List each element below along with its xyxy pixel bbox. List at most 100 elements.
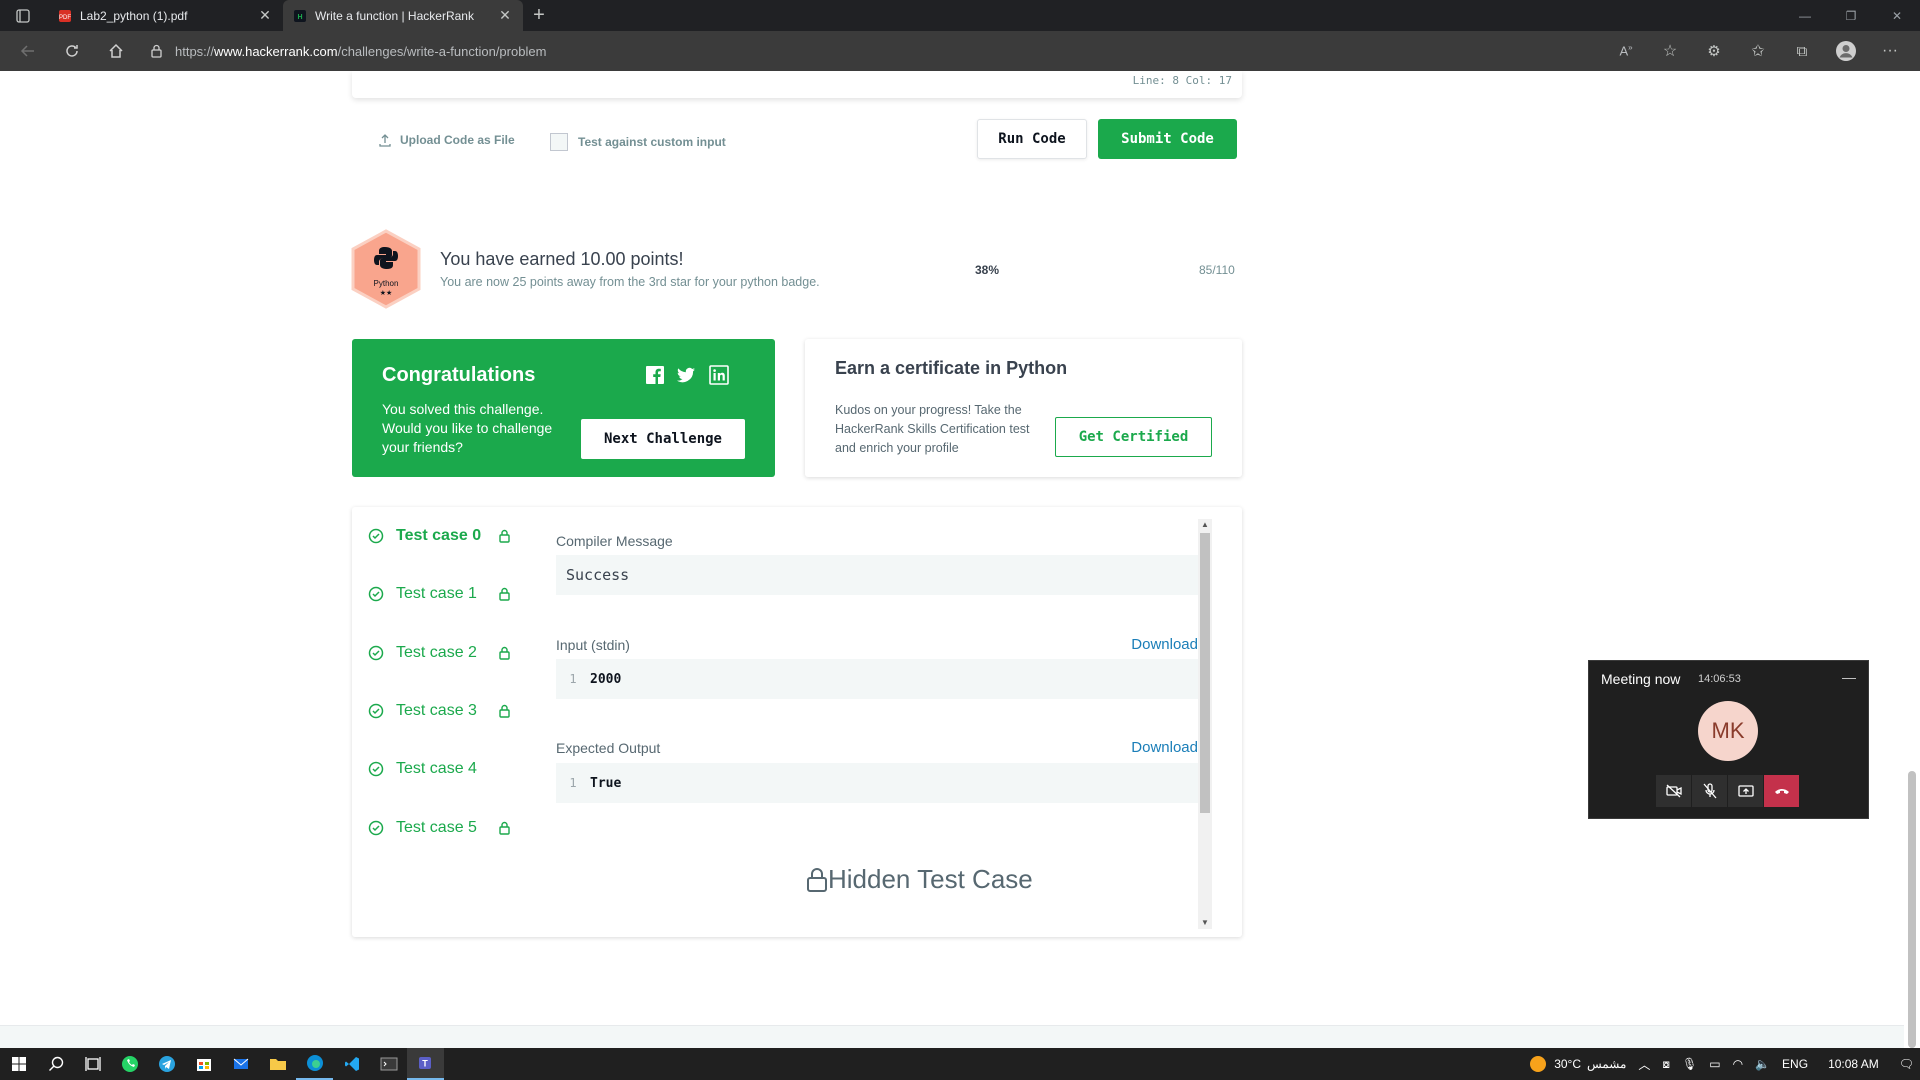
taskbar-teams[interactable]: T [407,1048,444,1080]
store-icon [196,1059,211,1071]
search-button[interactable] [37,1048,74,1080]
scroll-up-icon[interactable]: ▲ [1198,519,1212,531]
start-button[interactable] [0,1048,37,1080]
compiler-message-value: Success [566,566,630,584]
get-certified-button[interactable]: Get Certified [1055,417,1212,457]
svg-text:H: H [297,14,302,21]
badge-progress-percent: 38% [975,263,1000,277]
weather-widget[interactable]: 30°C مشمس [1524,1056,1632,1072]
lock-icon [499,821,510,835]
mute-button[interactable] [1692,775,1728,807]
speaker-icon: 🔈 [1755,1057,1771,1071]
extensions-button[interactable]: ⚙ [1692,31,1736,71]
minimize-meeting-button[interactable]: — [1842,669,1856,685]
show-hidden-icons-button[interactable]: ︿ [1632,1056,1656,1073]
meeting-title: Meeting now [1601,671,1681,687]
line-col-indicator: Line: 8 Col: 17 [1132,74,1232,87]
check-circle-icon [368,703,384,719]
add-favorite-button[interactable]: ☆ [1648,31,1692,71]
taskbar-telegram[interactable] [148,1048,185,1080]
mic-off-icon [1703,783,1716,799]
test-case-scrollbar[interactable]: ▲ ▼ [1198,519,1212,929]
submit-code-button[interactable]: Submit Code [1098,119,1237,159]
taskbar-mail[interactable] [222,1048,259,1080]
svg-text:T: T [422,1059,428,1069]
notifications-button[interactable]: 🗨 [1893,1057,1920,1071]
page-scroll-thumb[interactable] [1908,771,1916,1048]
camera-off-icon [1665,784,1682,798]
custom-input-checkbox[interactable] [550,133,568,151]
camera-off-button[interactable] [1656,775,1692,807]
test-case-item[interactable]: Test case 0 [368,521,511,551]
collections-button[interactable]: ⧉ [1780,31,1824,71]
restore-button[interactable]: ❐ [1828,0,1874,31]
taskbar-edge[interactable] [296,1048,333,1080]
page-content: Line: 8 Col: 17 Upload Code as File Test… [0,71,1904,1048]
back-button[interactable] [6,31,50,71]
sun-icon [1530,1056,1547,1072]
input-download-link[interactable]: Download [1131,636,1198,653]
taskbar-store[interactable] [185,1048,222,1080]
scroll-down-icon[interactable]: ▼ [1198,917,1212,929]
favorites-button[interactable]: ✩ [1736,31,1780,71]
tab-hackerrank[interactable]: H Write a function | HackerRank ✕ [283,0,523,31]
twitter-icon[interactable] [675,364,697,386]
tab-pdf[interactable]: PDF Lab2_python (1).pdf ✕ [48,0,283,31]
compiler-message-box: Success [556,555,1198,595]
new-tab-button[interactable]: + [523,0,555,31]
lock-icon [151,44,162,58]
microphone-button[interactable]: 🎙 [1676,1057,1703,1071]
minimize-button[interactable]: — [1782,0,1828,31]
whatsapp-icon [121,1056,138,1072]
next-challenge-button[interactable]: Next Challenge [581,419,745,459]
custom-input-toggle[interactable]: Test against custom input [550,133,726,151]
scroll-thumb[interactable] [1200,533,1210,813]
url-domain: www.hackerrank.com [214,43,338,59]
clock[interactable]: 10:08 AM [1814,1057,1893,1071]
taskbar-vscode[interactable] [333,1048,370,1080]
test-case-item[interactable]: Test case 2 [368,638,511,668]
taskbar-whatsapp[interactable] [111,1048,148,1080]
page-scrollbar[interactable] [1904,71,1920,1048]
task-view-button[interactable] [74,1048,111,1080]
certificate-title: Earn a certificate in Python [835,358,1068,378]
test-case-item[interactable]: Test case 5 [368,813,511,843]
end-call-button[interactable] [1764,775,1800,807]
linkedin-icon[interactable] [708,364,730,386]
upload-code-button[interactable]: Upload Code as File [378,133,515,147]
refresh-button[interactable] [50,31,94,71]
vscode-icon [344,1057,359,1071]
close-tab-icon[interactable]: ✕ [257,7,273,24]
wifi-button[interactable]: ◠ [1727,1057,1749,1071]
language-indicator[interactable]: ENG [1776,1057,1814,1071]
test-case-item[interactable]: Test case 4 [368,754,498,784]
home-button[interactable] [94,31,138,71]
input-value: 2000 [590,671,622,687]
taskbar-terminal[interactable] [370,1048,407,1080]
taskbar-file-explorer[interactable] [259,1048,296,1080]
congratulations-card: Congratulations You solved this challeng… [352,339,775,477]
meeting-popup[interactable]: Meeting now 14:06:53 — MK [1588,660,1869,819]
upload-label: Upload Code as File [400,133,515,147]
test-case-item[interactable]: Test case 1 [368,579,511,609]
share-screen-button[interactable] [1728,775,1764,807]
run-code-button[interactable]: Run Code [977,119,1087,159]
profile-button[interactable] [1824,31,1868,71]
read-aloud-button[interactable]: A» [1604,31,1648,71]
facebook-icon[interactable] [644,364,666,386]
close-tab-icon[interactable]: ✕ [497,7,513,24]
refresh-icon [66,45,78,57]
close-window-button[interactable]: ✕ [1874,0,1920,31]
avatar: MK [1698,701,1758,761]
tab-actions-button[interactable] [0,0,46,31]
battery-button[interactable]: ▭ [1703,1057,1726,1071]
test-case-item[interactable]: Test case 3 [368,696,511,726]
settings-more-button[interactable]: ··· [1868,31,1912,71]
upload-icon [379,134,391,147]
url-field[interactable]: https://www.hackerrank.com/challenges/wr… [150,35,1630,67]
expected-download-link[interactable]: Download [1131,739,1198,756]
volume-button[interactable]: 🔈 [1749,1057,1776,1071]
code-editor-status: Line: 8 Col: 17 [352,71,1242,98]
star-add-icon: ☆ [1662,43,1678,60]
tray-app-button[interactable]: ⧇ [1656,1057,1676,1072]
